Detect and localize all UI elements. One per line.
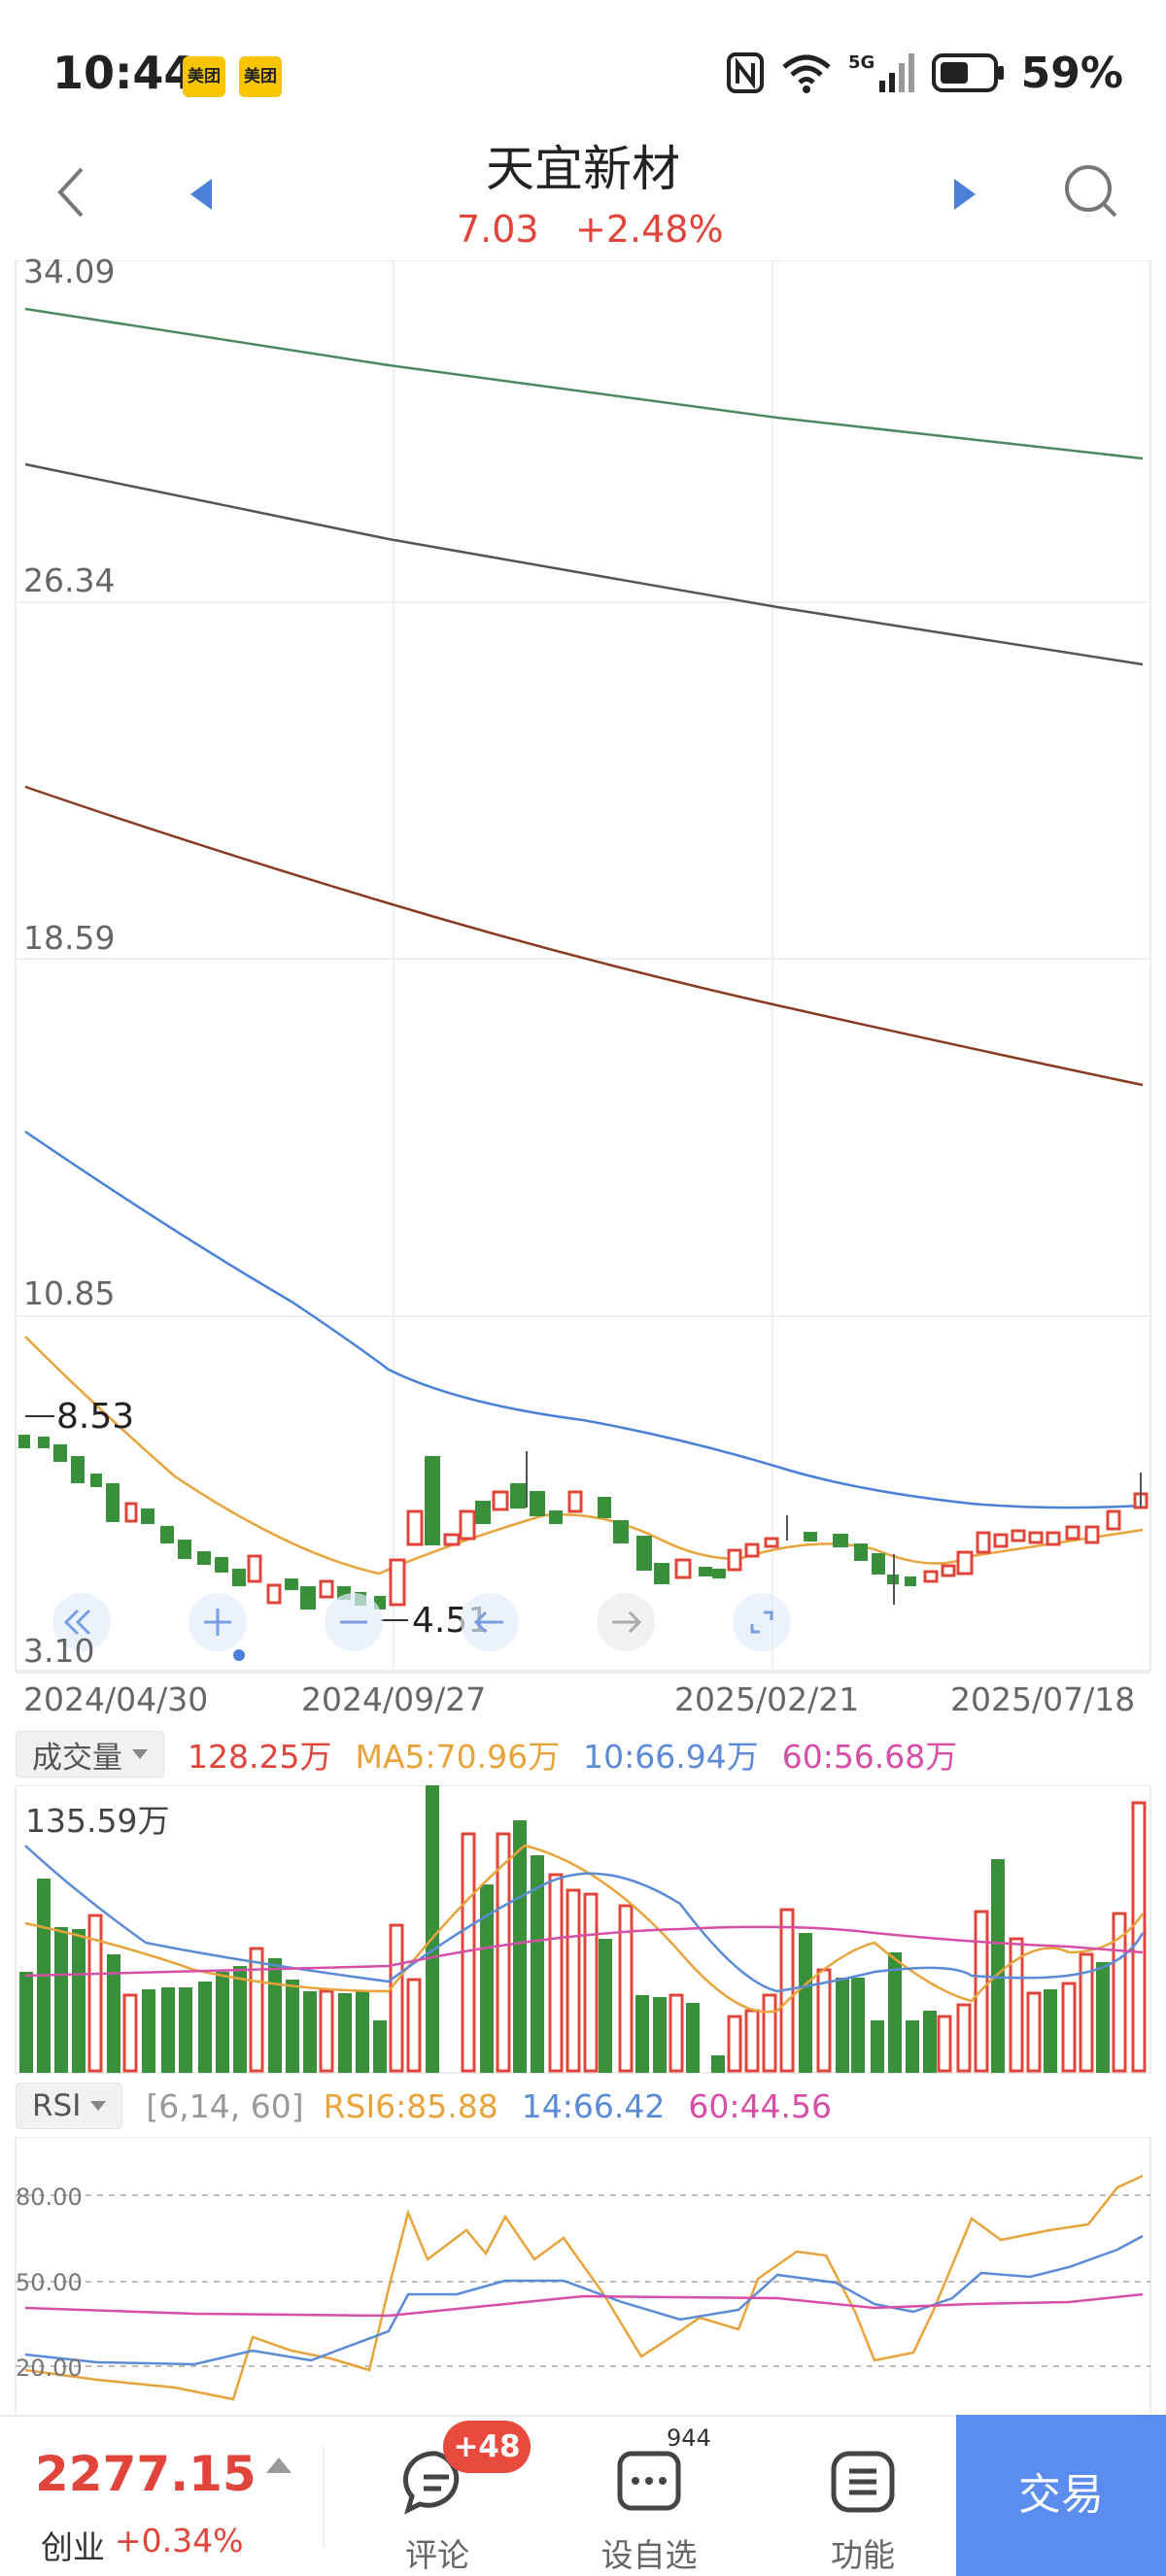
stock-price: 7.03 <box>457 208 539 251</box>
index-name: 创业 <box>41 2528 105 2566</box>
y-axis-label: 10.85 <box>23 1274 116 1312</box>
stock-name: 天宜新材 <box>486 141 680 197</box>
watchlist-count: 944 <box>667 2424 711 2452</box>
battery-icon <box>931 53 1004 92</box>
rsi-level-label: 20.00 <box>16 2355 83 2382</box>
x-axis-label: 2024/09/27 <box>301 1680 487 1718</box>
ma-line-120 <box>24 462 1144 666</box>
stock-header: 天宜新材 7.03 +2.48% <box>0 126 1166 262</box>
rsi6-value: RSI6:85.88 <box>323 2086 498 2125</box>
app-notification-badge: 美团 <box>183 56 225 97</box>
ma-line-30 <box>24 1130 1144 1509</box>
x-axis-label: 2025/02/21 <box>674 1680 860 1718</box>
rsi60-line <box>24 2292 1144 2318</box>
status-time: 10:44 <box>52 47 195 99</box>
rsi-chart[interactable]: 80.00 50.00 20.00 <box>0 2137 1166 2415</box>
rsi-indicator-select[interactable]: RSI <box>16 2083 123 2129</box>
menu-icon <box>831 2451 895 2513</box>
fullscreen-button[interactable] <box>733 1593 791 1651</box>
watchlist-label: 设自选 <box>600 2536 698 2574</box>
zoom-in-button[interactable] <box>189 1593 247 1661</box>
signal-icon: 5G <box>848 52 914 92</box>
add-watchlist-button[interactable]: 设自选 <box>581 2434 717 2574</box>
comments-count-badge: +48 <box>443 2421 531 2473</box>
search-icon[interactable] <box>1061 161 1119 220</box>
divider <box>323 2446 325 2549</box>
high-marker: 8.53 <box>56 1397 134 1437</box>
chevron-down-icon <box>132 1749 148 1759</box>
kline-chart[interactable]: 8.53 4.51 <box>0 260 1166 1678</box>
rsi14-line <box>24 2234 1144 2366</box>
volume-ma60: 60:56.68万 <box>781 1738 958 1776</box>
stock-change-percent: +2.48% <box>575 208 724 251</box>
scroll-right-button[interactable] <box>597 1593 655 1651</box>
trade-button[interactable]: 交易 <box>956 2415 1166 2576</box>
index-value[interactable]: 2277.15 <box>35 2446 257 2502</box>
index-expand-icon[interactable] <box>266 2457 292 2473</box>
volume-ma5: MA5:70.96万 <box>355 1738 561 1776</box>
volume-bars-up <box>87 1801 1147 2073</box>
ma-line-60 <box>24 785 1144 1087</box>
rsi-level-label: 80.00 <box>16 2184 83 2211</box>
x-axis-label: 2024/04/30 <box>23 1680 209 1718</box>
y-axis-label: 18.59 <box>23 919 116 957</box>
status-bar: 10:44 美团 美团 5G 59% <box>0 0 1166 146</box>
rsi-legend: RSI [6,14, 60] RSI6:85.88 14:66.42 60:44… <box>0 2079 1166 2133</box>
watchlist-icon <box>617 2451 681 2511</box>
functions-label: 功能 <box>831 2536 895 2574</box>
volume-legend: 成交量 128.25万 MA5:70.96万 10:66.94万 60:56.6… <box>0 1727 1166 1781</box>
rsi14-value: 14:66.42 <box>521 2086 666 2125</box>
rsi-params: [6,14, 60] <box>146 2086 304 2125</box>
volume-ma10: 10:66.94万 <box>583 1738 759 1776</box>
x-axis-label: 2025/07/18 <box>950 1680 1136 1718</box>
candlesticks <box>18 1435 1149 1610</box>
ma-line-250 <box>24 307 1144 460</box>
rsi60-value: 60:44.56 <box>688 2086 832 2125</box>
status-icons: 5G 59% <box>726 48 1123 98</box>
app-notification-badge: 美团 <box>239 56 282 97</box>
next-stock-icon[interactable] <box>952 177 977 212</box>
volume-chart[interactable] <box>0 1785 1166 2077</box>
comments-label: 评论 <box>405 2536 469 2574</box>
ma-line-5 <box>24 1336 1144 1576</box>
rsi-select-label: RSI <box>32 2088 82 2123</box>
volume-indicator-select[interactable]: 成交量 <box>16 1731 164 1778</box>
battery-percent: 59% <box>1020 48 1123 98</box>
chevron-down-icon <box>90 2101 107 2111</box>
y-axis-label: 3.10 <box>23 1632 95 1670</box>
y-axis-label: 34.09 <box>23 253 116 290</box>
volume-select-label: 成交量 <box>32 1740 122 1776</box>
functions-button[interactable]: 功能 <box>795 2434 931 2574</box>
rsi-level-label: 50.00 <box>16 2269 83 2296</box>
nfc-icon <box>726 52 764 93</box>
chart-gridlines <box>16 260 1150 1674</box>
wifi-icon <box>782 54 831 93</box>
index-change: +0.34% <box>115 2522 244 2559</box>
volume-max-label: 135.59万 <box>25 1802 170 1840</box>
y-axis-label: 26.34 <box>23 561 116 599</box>
volume-current: 128.25万 <box>188 1738 332 1776</box>
zoom-out-button[interactable] <box>325 1593 383 1651</box>
scroll-left-button[interactable] <box>461 1593 519 1651</box>
svg-text:5G: 5G <box>848 52 874 73</box>
